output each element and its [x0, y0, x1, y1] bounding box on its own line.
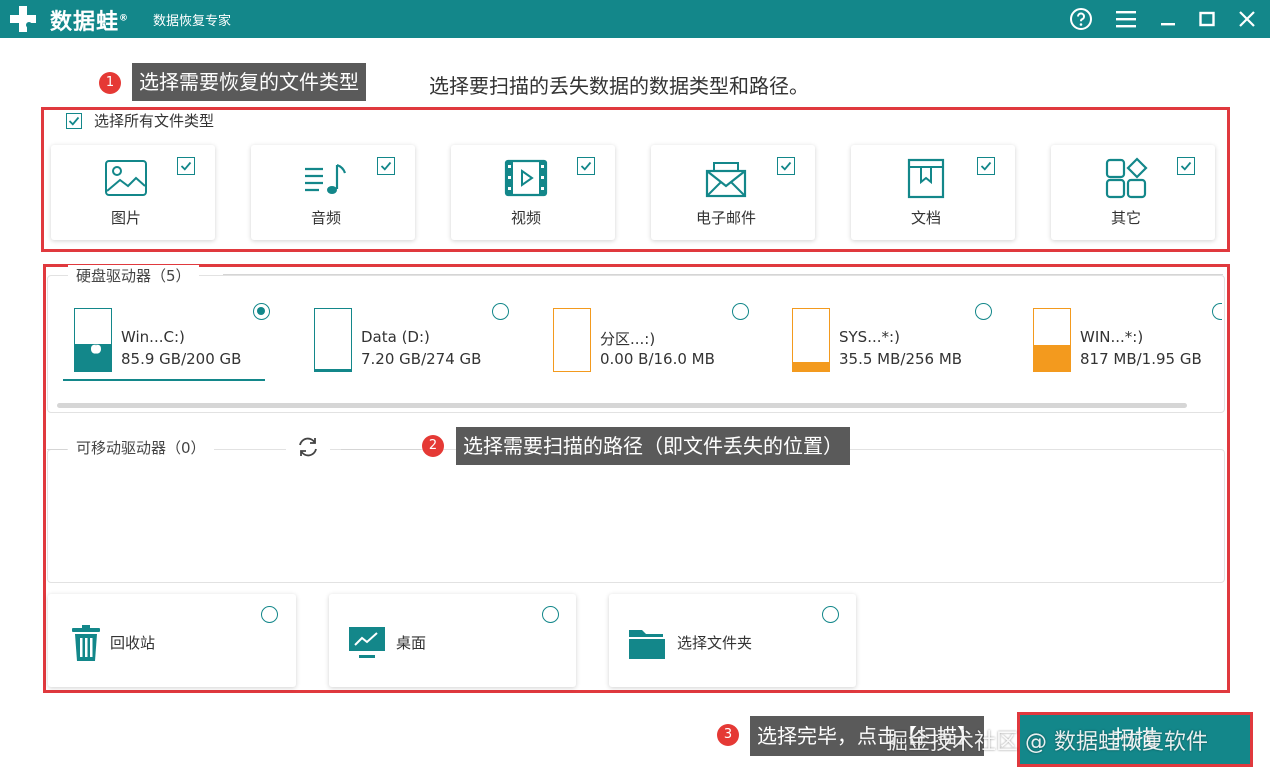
drive-usage-bar	[1033, 308, 1071, 372]
file-type-checkbox[interactable]	[777, 157, 795, 175]
drive-item[interactable]: WIN...*:) 817 MB/1.95 GB	[1033, 308, 1213, 378]
drive-radio[interactable]	[732, 303, 749, 320]
document-icon	[907, 158, 945, 199]
file-type-label: 音频	[310, 209, 341, 227]
drive-item[interactable]: 分区...:) 0.00 B/16.0 MB	[553, 308, 783, 378]
location-radio[interactable]	[822, 606, 839, 623]
folder-icon	[629, 630, 665, 659]
menu-icon[interactable]	[1113, 6, 1139, 32]
image-icon	[105, 160, 147, 196]
selected-drive-underline	[63, 379, 265, 381]
app-brand: 数据蛙®	[50, 10, 130, 35]
location-radio[interactable]	[542, 606, 559, 623]
drive-usage-bar	[553, 308, 591, 372]
file-type-card-image[interactable]: 图片	[51, 145, 215, 240]
drive-name: Win...C:)	[121, 328, 185, 346]
windows-logo-icon	[91, 342, 101, 354]
file-type-card-document[interactable]: 文档	[851, 145, 1015, 240]
file-type-label: 其它	[1110, 209, 1141, 227]
step-1-callout: 选择需要恢复的文件类型	[132, 63, 366, 101]
drive-item[interactable]: Data (D:) 7.20 GB/274 GB	[314, 308, 544, 378]
drive-radio[interactable]	[253, 303, 270, 320]
file-type-label: 文档	[910, 209, 941, 227]
file-type-card-audio[interactable]: 音频	[251, 145, 415, 240]
step-2-callout: 选择需要扫描的路径（即文件丢失的位置）	[456, 427, 850, 465]
file-type-checkbox[interactable]	[377, 157, 395, 175]
removable-drives-label: 可移动驱动器（0）	[68, 437, 214, 458]
location-label: 回收站	[110, 634, 156, 652]
file-type-checkbox[interactable]	[977, 157, 995, 175]
location-radio[interactable]	[261, 606, 278, 623]
file-type-card-video[interactable]: 视频	[451, 145, 615, 240]
file-type-checkbox[interactable]	[177, 157, 195, 175]
mail-icon	[705, 162, 747, 198]
location-card-folder[interactable]: 选择文件夹	[609, 594, 856, 687]
refresh-icon[interactable]	[296, 436, 320, 458]
step-1-badge: 1	[99, 72, 121, 94]
removable-divider-left	[47, 449, 67, 450]
removable-drives-panel	[47, 449, 1225, 583]
drive-item[interactable]: Win...C:) 85.9 GB/200 GB	[74, 308, 304, 378]
desktop-icon	[349, 627, 385, 658]
drive-usage-bar	[74, 308, 112, 372]
title-bar: 数据蛙® 数据恢复专家	[0, 0, 1270, 38]
drive-radio[interactable]	[1212, 303, 1222, 320]
watermark: 掘金技术社区 @ 数据蛙恢复软件	[886, 730, 1208, 755]
page-subtitle: 选择要扫描的丢失数据的数据类型和路径。	[429, 74, 809, 98]
drive-usage-fill	[1034, 344, 1070, 371]
location-card-desktop[interactable]: 桌面	[329, 594, 576, 687]
file-type-label: 视频	[510, 209, 541, 227]
other-icon	[1105, 157, 1148, 199]
video-icon	[504, 159, 548, 197]
hard-drives-divider	[223, 274, 1223, 275]
file-type-label: 电子邮件	[695, 209, 756, 227]
minimize-icon[interactable]	[1155, 6, 1181, 32]
drive-size: 7.20 GB/274 GB	[361, 350, 482, 368]
maximize-icon[interactable]	[1194, 6, 1220, 32]
file-type-checkbox[interactable]	[1177, 157, 1195, 175]
location-label: 桌面	[396, 634, 427, 652]
drive-name: Data (D:)	[361, 328, 430, 346]
select-all-checkbox[interactable]	[66, 112, 82, 129]
location-label: 选择文件夹	[677, 634, 753, 652]
app-subtitle: 数据恢复专家	[153, 14, 232, 29]
drive-size: 817 MB/1.95 GB	[1080, 350, 1202, 368]
file-type-checkbox[interactable]	[577, 157, 595, 175]
drive-size: 0.00 B/16.0 MB	[600, 350, 715, 368]
recycle-bin-icon	[72, 625, 100, 661]
location-card-recycle-bin[interactable]: 回收站	[48, 594, 296, 687]
step-2-badge: 2	[422, 435, 444, 457]
close-icon[interactable]	[1234, 6, 1260, 32]
drive-size: 35.5 MB/256 MB	[839, 350, 963, 368]
drive-radio[interactable]	[975, 303, 992, 320]
file-type-label: 图片	[110, 209, 141, 227]
select-all-label: 选择所有文件类型	[94, 112, 215, 130]
drive-size: 85.9 GB/200 GB	[121, 350, 242, 368]
drive-usage-bar	[314, 308, 352, 372]
drive-name: 分区...:)	[600, 330, 656, 348]
help-icon[interactable]	[1068, 6, 1094, 32]
drives-scrollbar[interactable]	[57, 403, 1187, 408]
drive-usage-fill	[315, 369, 351, 371]
removable-divider	[341, 449, 421, 450]
drive-name: SYS...*:)	[839, 328, 900, 346]
step-3-badge: 3	[717, 724, 739, 746]
hard-drives-label: 硬盘驱动器（5）	[68, 265, 199, 286]
select-all-types[interactable]: 选择所有文件类型	[66, 110, 214, 131]
drive-usage-fill	[793, 362, 829, 371]
drive-name: WIN...*:)	[1080, 328, 1144, 346]
drive-radio[interactable]	[492, 303, 509, 320]
file-type-card-email[interactable]: 电子邮件	[651, 145, 815, 240]
file-type-card-other[interactable]: 其它	[1051, 145, 1215, 240]
drive-usage-bar	[792, 308, 830, 372]
app-logo-icon	[10, 6, 36, 32]
music-icon	[305, 163, 347, 194]
